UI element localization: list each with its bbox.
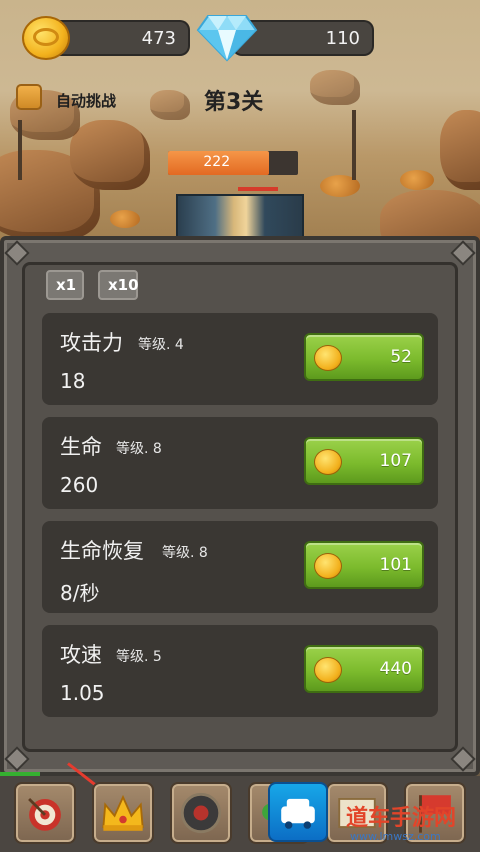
upgrade-health-button[interactable]: 107 — [304, 437, 424, 485]
auto-challenge-label: 自动挑战 — [56, 92, 117, 110]
shield-icon — [180, 792, 222, 834]
stat-name: 攻速 — [60, 643, 102, 667]
diamond-icon — [196, 15, 258, 62]
watermark-title: 道车手游网 — [346, 806, 457, 831]
target-icon — [28, 797, 61, 831]
gem-count: 110 — [325, 28, 360, 49]
stat-value: 18 — [60, 369, 86, 393]
enemy-hp-value: 222 — [203, 154, 231, 170]
coin-icon — [314, 553, 342, 579]
stat-card-attack-speed: 攻速 等级. 5 1.05 440 — [42, 625, 438, 717]
stat-card-regen: 生命恢复 等级. 8 8/秒 101 — [42, 521, 438, 613]
nav-shield-button[interactable] — [170, 782, 232, 844]
stat-card-attack: 攻击力 等级. 4 18 52 — [42, 313, 438, 405]
coin-icon — [22, 16, 70, 60]
nav-target-button[interactable] — [14, 782, 76, 844]
crown-icon — [102, 794, 144, 831]
stat-value: 8/秒 — [60, 581, 100, 605]
upgrade-cost: 107 — [379, 451, 412, 471]
stat-level: 等级. 5 — [116, 649, 162, 665]
car-icon — [281, 798, 315, 829]
nav-crown-button[interactable] — [92, 782, 154, 844]
watermark-url: www.lmwsz.com — [350, 830, 441, 843]
stat-card-health: 生命 等级. 8 260 107 — [42, 417, 438, 509]
watermark-logo — [268, 782, 328, 842]
upgrade-regen-button[interactable]: 101 — [304, 541, 424, 589]
upgrade-cost: 101 — [379, 555, 412, 575]
stat-name: 生命恢复 — [60, 539, 144, 563]
coin-count: 473 — [141, 28, 176, 49]
upgrade-attack-speed-button[interactable]: 440 — [304, 645, 424, 693]
upgrade-cost: 52 — [390, 347, 412, 367]
multiplier-x10-button[interactable]: x10 — [98, 270, 139, 300]
stat-value: 1.05 — [60, 681, 105, 705]
stat-level: 等级. 4 — [138, 337, 184, 353]
coin-icon — [314, 449, 342, 475]
stat-name: 攻击力 — [60, 331, 123, 355]
enemy-hp-bar: 222 — [168, 151, 298, 175]
multiplier-x1-button[interactable]: x1 — [46, 270, 84, 300]
coin-icon — [314, 657, 342, 683]
stat-value: 260 — [60, 473, 99, 497]
coin-icon — [314, 345, 342, 371]
upgrade-cost: 440 — [379, 659, 412, 679]
upgrade-attack-button[interactable]: 52 — [304, 333, 424, 381]
stat-level: 等级. 8 — [162, 545, 208, 561]
level-title: 第3关 — [204, 90, 264, 115]
progress-strip — [0, 772, 40, 776]
stat-level: 等级. 8 — [116, 441, 162, 457]
stat-name: 生命 — [60, 435, 102, 459]
auto-challenge-checkbox[interactable] — [16, 84, 42, 110]
player-hp-bar — [238, 187, 278, 191]
